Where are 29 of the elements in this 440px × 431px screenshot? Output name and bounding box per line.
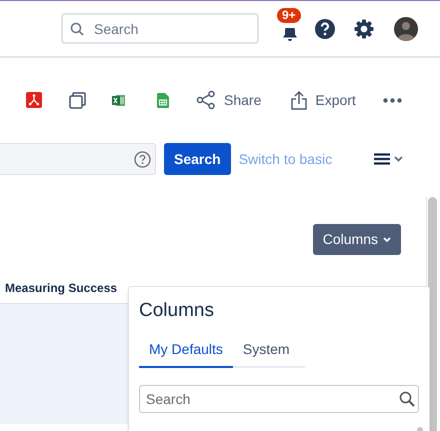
bell-icon[interactable] [281, 28, 299, 42]
share-icon [196, 90, 216, 110]
chevron-down-icon [383, 236, 391, 242]
export-button[interactable]: Export [291, 90, 356, 110]
more-icon[interactable] [382, 98, 402, 102]
share-button[interactable]: Share [196, 90, 262, 110]
pdf-icon[interactable] [26, 92, 42, 108]
notification-badge: 9+ [277, 8, 301, 22]
settings-icon[interactable] [354, 18, 374, 38]
tab[interactable]: System [232, 338, 300, 366]
search-icon [399, 390, 415, 406]
view-menu-button[interactable] [374, 153, 404, 165]
search-field[interactable]: Search [139, 384, 419, 412]
search-icon [70, 22, 84, 36]
column-header[interactable]: Measuring Success [5, 279, 118, 297]
spreadsheet-icon[interactable] [112, 94, 125, 106]
upload-icon [291, 90, 308, 110]
tab[interactable]: My Defaults [139, 338, 233, 368]
columns-button[interactable]: Columns [312, 224, 401, 255]
query-field[interactable] [0, 143, 156, 175]
search-button[interactable]: Search [164, 143, 231, 175]
help-icon[interactable] [314, 18, 336, 40]
menu-icon [374, 153, 390, 165]
copy-icon[interactable] [69, 92, 86, 108]
search-field[interactable]: Search [61, 13, 259, 44]
spreadsheet-icon[interactable] [157, 92, 169, 108]
chevron-down-icon [394, 156, 404, 162]
avatar-icon[interactable] [394, 16, 418, 40]
popup-title: Columns [139, 299, 215, 323]
